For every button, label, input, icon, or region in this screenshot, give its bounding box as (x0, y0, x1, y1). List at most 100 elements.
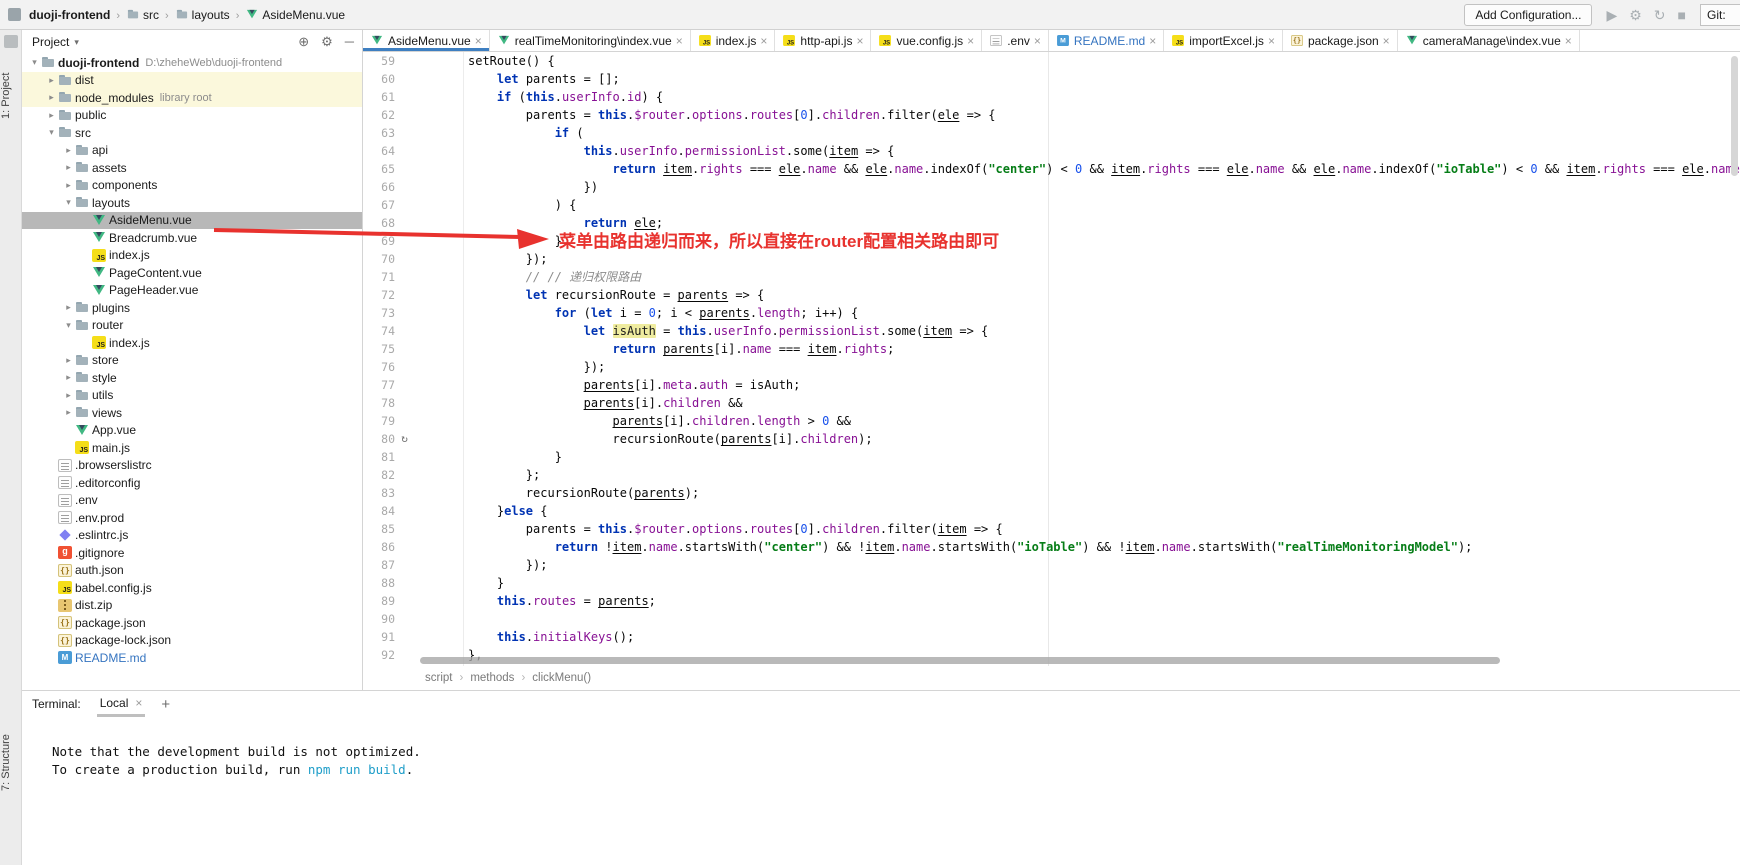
terminal-tab-local[interactable]: Local (97, 692, 146, 717)
close-icon[interactable] (967, 34, 974, 48)
chevron-right-icon[interactable] (62, 372, 75, 383)
chevron-right-icon[interactable] (62, 407, 75, 418)
tree-item-readme-md[interactable]: README.md (22, 649, 362, 667)
breadcrumb-item-duoji-frontend[interactable]: duoji-frontend (29, 8, 110, 22)
close-icon[interactable] (135, 696, 142, 710)
chevron-right-icon[interactable] (62, 302, 75, 313)
close-icon[interactable] (1565, 34, 1572, 48)
settings-icon[interactable]: ⚙ (1629, 8, 1642, 22)
tree-item-browserslistrc[interactable]: .browserslistrc (22, 457, 362, 475)
editor-breadcrumb-item-script[interactable]: script (425, 672, 452, 684)
editor-tab-importexcel-js[interactable]: importExcel.js (1164, 30, 1283, 51)
add-configuration-button[interactable]: Add Configuration... (1464, 4, 1592, 26)
breadcrumb-item-layouts[interactable]: layouts (192, 8, 230, 22)
tree-item-assets[interactable]: assets (22, 159, 362, 177)
editor-tab-http-api-js[interactable]: http-api.js (775, 30, 871, 51)
close-icon[interactable] (475, 34, 482, 48)
tree-item-main-js[interactable]: main.js (22, 439, 362, 457)
tree-item-src[interactable]: src (22, 124, 362, 142)
editor-breadcrumb-item-clickmenu[interactable]: clickMenu() (532, 672, 591, 684)
close-icon[interactable] (1268, 34, 1275, 48)
tree-item-pagecontent-vue[interactable]: PageContent.vue (22, 264, 362, 282)
tree-item-pageheader-vue[interactable]: PageHeader.vue (22, 282, 362, 300)
tree-item-style[interactable]: style (22, 369, 362, 387)
close-icon[interactable] (760, 34, 767, 48)
recursion-gutter-icon[interactable]: ↻ (397, 430, 412, 448)
breadcrumb-item-src[interactable]: src (143, 8, 159, 22)
tree-item-env-prod[interactable]: .env.prod (22, 509, 362, 527)
new-terminal-button[interactable]: + (161, 696, 170, 717)
chevron-down-icon[interactable] (28, 57, 41, 68)
tree-item-package-json[interactable]: package.json (22, 614, 362, 632)
tree-item-breadcrumb-vue[interactable]: Breadcrumb.vue (22, 229, 362, 247)
project-stripe-button[interactable]: 1: Project (0, 54, 22, 138)
editor-tab-realtimemonitoring-index-vue[interactable]: realTimeMonitoring\index.vue (490, 30, 691, 51)
tree-item-public[interactable]: public (22, 107, 362, 125)
editor-tab-package-json[interactable]: package.json (1283, 30, 1398, 51)
tree-item-auth-json[interactable]: auth.json (22, 562, 362, 580)
tree-item-dist[interactable]: dist (22, 72, 362, 90)
chevron-right-icon[interactable] (62, 145, 75, 156)
tree-item-package-lock-json[interactable]: package-lock.json (22, 632, 362, 650)
settings-icon[interactable]: ⚙ (321, 34, 333, 50)
tree-item-babel-config-js[interactable]: babel.config.js (22, 579, 362, 597)
editor-tab-env[interactable]: .env (982, 30, 1049, 51)
close-icon[interactable] (856, 34, 863, 48)
run-icon[interactable]: ▶ (1606, 8, 1617, 22)
horizontal-scrollbar[interactable] (420, 657, 1500, 664)
git-branch-button[interactable]: Git: (1700, 4, 1740, 26)
chevron-right-icon[interactable] (62, 355, 75, 366)
tree-item-components[interactable]: components (22, 177, 362, 195)
tree-item-gitignore[interactable]: .gitignore (22, 544, 362, 562)
close-icon[interactable] (676, 34, 683, 48)
tree-item-store[interactable]: store (22, 352, 362, 370)
chevron-down-icon[interactable] (62, 320, 75, 331)
tree-item-dist-zip[interactable]: dist.zip (22, 597, 362, 615)
close-icon[interactable] (1034, 34, 1041, 48)
tree-item-plugins[interactable]: plugins (22, 299, 362, 317)
chevron-down-icon[interactable] (62, 197, 75, 208)
chevron-right-icon[interactable] (62, 162, 75, 173)
update-project-icon[interactable]: ↻ (1654, 8, 1666, 22)
editor-breadcrumb-item-methods[interactable]: methods (470, 672, 514, 684)
tree-item-api[interactable]: api (22, 142, 362, 160)
folder-icon (127, 9, 139, 20)
breadcrumb-item-asidemenu-vue[interactable]: AsideMenu.vue (262, 8, 345, 22)
tree-item-index-js[interactable]: index.js (22, 334, 362, 352)
chevron-right-icon[interactable] (45, 92, 58, 103)
project-panel-title[interactable]: Project (32, 35, 69, 49)
editor-tab-asidemenu-vue[interactable]: AsideMenu.vue (363, 30, 490, 51)
editor-tab-readme-md[interactable]: README.md (1049, 30, 1164, 51)
editor-tab-cameramanage-index-vue[interactable]: cameraManage\index.vue (1398, 30, 1580, 51)
tree-item-router[interactable]: router (22, 317, 362, 335)
chevron-right-icon[interactable] (62, 390, 75, 401)
chevron-right-icon[interactable] (45, 110, 58, 121)
tree-item-editorconfig[interactable]: .editorconfig (22, 474, 362, 492)
vertical-scrollbar[interactable] (1731, 56, 1738, 176)
tree-item-env[interactable]: .env (22, 492, 362, 510)
editor-tab-index-js[interactable]: index.js (691, 30, 776, 51)
tree-item-asidemenu-vue[interactable]: AsideMenu.vue (22, 212, 362, 230)
structure-stripe-button[interactable]: 7: Structure (0, 717, 22, 809)
tree-item-utils[interactable]: utils (22, 387, 362, 405)
editor-tab-vue-config-js[interactable]: vue.config.js (871, 30, 982, 51)
stop-icon[interactable]: ■ (1678, 8, 1686, 22)
chevron-right-icon[interactable] (62, 180, 75, 191)
chevron-down-icon[interactable] (45, 127, 58, 138)
terminal-output[interactable]: Note that the development build is not o… (22, 717, 1740, 779)
tree-item-app-vue[interactable]: App.vue (22, 422, 362, 440)
chevron-right-icon[interactable] (45, 75, 58, 86)
code-editor[interactable]: 59setRoute() {60 let parents = [];61 if … (363, 52, 1740, 666)
gutter-slot (397, 502, 412, 520)
tree-item-index-js[interactable]: index.js (22, 247, 362, 265)
locate-file-icon[interactable]: ⊕ (298, 34, 309, 50)
hide-panel-icon[interactable]: ─ (345, 34, 354, 50)
tree-item-node-modules[interactable]: node_moduleslibrary root (22, 89, 362, 107)
tree-item-duoji-frontend[interactable]: duoji-frontendD:\zheheWeb\duoji-frontend (22, 54, 362, 72)
tree-item-layouts[interactable]: layouts (22, 194, 362, 212)
code-line: 79 parents[i].children.length > 0 && (363, 412, 1740, 430)
tree-item-views[interactable]: views (22, 404, 362, 422)
close-icon[interactable] (1383, 34, 1390, 48)
tree-item-eslintrc-js[interactable]: .eslintrc.js (22, 527, 362, 545)
close-icon[interactable] (1149, 34, 1156, 48)
